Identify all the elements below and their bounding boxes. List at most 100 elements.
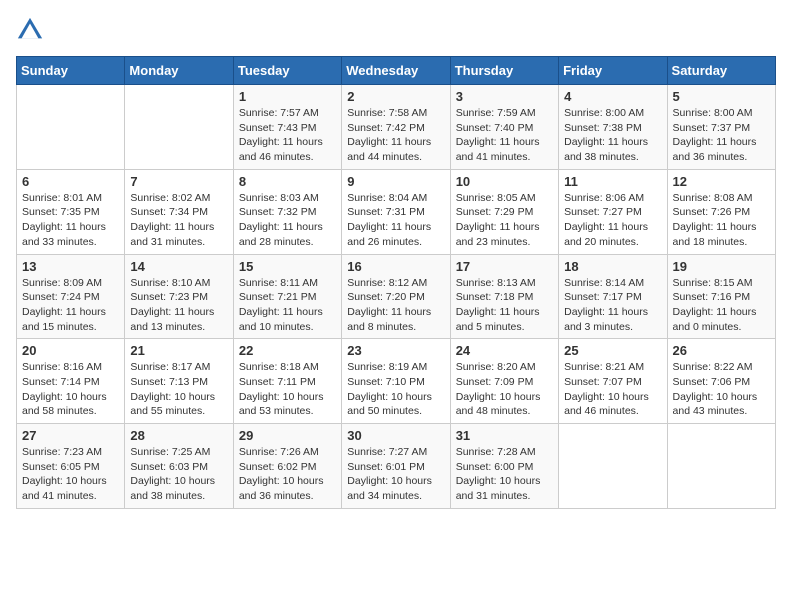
day-number: 31 [456,428,553,443]
calendar-week-row: 1 Sunrise: 7:57 AM Sunset: 7:43 PM Daylig… [17,85,776,170]
cell-info: Sunrise: 8:03 AM Sunset: 7:32 PM Dayligh… [239,191,336,250]
cell-info: Sunrise: 8:00 AM Sunset: 7:38 PM Dayligh… [564,106,661,165]
cell-info: Sunrise: 7:27 AM Sunset: 6:01 PM Dayligh… [347,445,444,504]
day-number: 30 [347,428,444,443]
calendar-cell: 21 Sunrise: 8:17 AM Sunset: 7:13 PM Dayli… [125,339,233,424]
cell-info: Sunrise: 7:23 AM Sunset: 6:05 PM Dayligh… [22,445,119,504]
calendar-header: SundayMondayTuesdayWednesdayThursdayFrid… [17,57,776,85]
calendar-cell: 7 Sunrise: 8:02 AM Sunset: 7:34 PM Daylig… [125,169,233,254]
day-number: 12 [673,174,770,189]
calendar-cell: 9 Sunrise: 8:04 AM Sunset: 7:31 PM Daylig… [342,169,450,254]
calendar-cell: 8 Sunrise: 8:03 AM Sunset: 7:32 PM Daylig… [233,169,341,254]
day-number: 29 [239,428,336,443]
calendar-cell: 3 Sunrise: 7:59 AM Sunset: 7:40 PM Daylig… [450,85,558,170]
day-number: 21 [130,343,227,358]
calendar-week-row: 27 Sunrise: 7:23 AM Sunset: 6:05 PM Dayli… [17,424,776,509]
day-number: 14 [130,259,227,274]
calendar-cell: 30 Sunrise: 7:27 AM Sunset: 6:01 PM Dayli… [342,424,450,509]
cell-info: Sunrise: 8:01 AM Sunset: 7:35 PM Dayligh… [22,191,119,250]
cell-info: Sunrise: 7:25 AM Sunset: 6:03 PM Dayligh… [130,445,227,504]
cell-info: Sunrise: 7:57 AM Sunset: 7:43 PM Dayligh… [239,106,336,165]
calendar-cell: 6 Sunrise: 8:01 AM Sunset: 7:35 PM Daylig… [17,169,125,254]
calendar-week-row: 20 Sunrise: 8:16 AM Sunset: 7:14 PM Dayli… [17,339,776,424]
day-number: 6 [22,174,119,189]
weekday-header: Thursday [450,57,558,85]
calendar-cell [559,424,667,509]
weekday-header: Sunday [17,57,125,85]
day-number: 10 [456,174,553,189]
calendar-cell: 13 Sunrise: 8:09 AM Sunset: 7:24 PM Dayli… [17,254,125,339]
cell-info: Sunrise: 8:00 AM Sunset: 7:37 PM Dayligh… [673,106,770,165]
weekday-header: Friday [559,57,667,85]
calendar-cell: 26Sunrise: 8:22 AM Sunset: 7:06 PM Dayli… [667,339,775,424]
day-number: 1 [239,89,336,104]
calendar-cell: 28 Sunrise: 7:25 AM Sunset: 6:03 PM Dayli… [125,424,233,509]
day-number: 20 [22,343,119,358]
weekday-row: SundayMondayTuesdayWednesdayThursdayFrid… [17,57,776,85]
calendar-cell: 14Sunrise: 8:10 AM Sunset: 7:23 PM Dayli… [125,254,233,339]
logo-icon [16,16,44,44]
cell-info: Sunrise: 8:19 AM Sunset: 7:10 PM Dayligh… [347,360,444,419]
weekday-header: Tuesday [233,57,341,85]
day-number: 28 [130,428,227,443]
calendar-table: SundayMondayTuesdayWednesdayThursdayFrid… [16,56,776,509]
day-number: 4 [564,89,661,104]
calendar-cell: 1 Sunrise: 7:57 AM Sunset: 7:43 PM Daylig… [233,85,341,170]
day-number: 24 [456,343,553,358]
calendar-body: 1 Sunrise: 7:57 AM Sunset: 7:43 PM Daylig… [17,85,776,509]
weekday-header: Monday [125,57,233,85]
calendar-cell: 15Sunrise: 8:11 AM Sunset: 7:21 PM Dayli… [233,254,341,339]
day-number: 18 [564,259,661,274]
calendar-cell: 27 Sunrise: 7:23 AM Sunset: 6:05 PM Dayli… [17,424,125,509]
calendar-cell [667,424,775,509]
cell-info: Sunrise: 8:17 AM Sunset: 7:13 PM Dayligh… [130,360,227,419]
cell-info: Sunrise: 8:16 AM Sunset: 7:14 PM Dayligh… [22,360,119,419]
day-number: 19 [673,259,770,274]
page-header [16,16,776,44]
calendar-cell [125,85,233,170]
day-number: 25 [564,343,661,358]
calendar-cell: 18 Sunrise: 8:14 AM Sunset: 7:17 PM Dayli… [559,254,667,339]
cell-info: Sunrise: 8:05 AM Sunset: 7:29 PM Dayligh… [456,191,553,250]
day-number: 11 [564,174,661,189]
calendar-cell: 4 Sunrise: 8:00 AM Sunset: 7:38 PM Daylig… [559,85,667,170]
cell-info: Sunrise: 8:09 AM Sunset: 7:24 PM Dayligh… [22,276,119,335]
calendar-cell: 10 Sunrise: 8:05 AM Sunset: 7:29 PM Dayli… [450,169,558,254]
cell-info: Sunrise: 8:06 AM Sunset: 7:27 PM Dayligh… [564,191,661,250]
calendar-cell: 22 Sunrise: 8:18 AM Sunset: 7:11 PM Dayli… [233,339,341,424]
cell-info: Sunrise: 8:12 AM Sunset: 7:20 PM Dayligh… [347,276,444,335]
calendar-cell: 5 Sunrise: 8:00 AM Sunset: 7:37 PM Daylig… [667,85,775,170]
calendar-cell: 17 Sunrise: 8:13 AM Sunset: 7:18 PM Dayli… [450,254,558,339]
calendar-cell: 25Sunrise: 8:21 AM Sunset: 7:07 PM Dayli… [559,339,667,424]
cell-info: Sunrise: 8:18 AM Sunset: 7:11 PM Dayligh… [239,360,336,419]
cell-info: Sunrise: 7:28 AM Sunset: 6:00 PM Dayligh… [456,445,553,504]
calendar-week-row: 6 Sunrise: 8:01 AM Sunset: 7:35 PM Daylig… [17,169,776,254]
cell-info: Sunrise: 8:02 AM Sunset: 7:34 PM Dayligh… [130,191,227,250]
weekday-header: Wednesday [342,57,450,85]
day-number: 13 [22,259,119,274]
day-number: 7 [130,174,227,189]
day-number: 8 [239,174,336,189]
calendar-cell: 19Sunrise: 8:15 AM Sunset: 7:16 PM Dayli… [667,254,775,339]
calendar-cell: 12 Sunrise: 8:08 AM Sunset: 7:26 PM Dayli… [667,169,775,254]
day-number: 9 [347,174,444,189]
cell-info: Sunrise: 8:13 AM Sunset: 7:18 PM Dayligh… [456,276,553,335]
day-number: 5 [673,89,770,104]
calendar-cell: 29Sunrise: 7:26 AM Sunset: 6:02 PM Dayli… [233,424,341,509]
day-number: 17 [456,259,553,274]
cell-info: Sunrise: 8:20 AM Sunset: 7:09 PM Dayligh… [456,360,553,419]
day-number: 22 [239,343,336,358]
calendar-cell: 16Sunrise: 8:12 AM Sunset: 7:20 PM Dayli… [342,254,450,339]
calendar-cell: 20 Sunrise: 8:16 AM Sunset: 7:14 PM Dayli… [17,339,125,424]
cell-info: Sunrise: 7:58 AM Sunset: 7:42 PM Dayligh… [347,106,444,165]
cell-info: Sunrise: 8:08 AM Sunset: 7:26 PM Dayligh… [673,191,770,250]
day-number: 27 [22,428,119,443]
cell-info: Sunrise: 7:59 AM Sunset: 7:40 PM Dayligh… [456,106,553,165]
day-number: 3 [456,89,553,104]
cell-info: Sunrise: 8:04 AM Sunset: 7:31 PM Dayligh… [347,191,444,250]
weekday-header: Saturday [667,57,775,85]
day-number: 26 [673,343,770,358]
cell-info: Sunrise: 8:14 AM Sunset: 7:17 PM Dayligh… [564,276,661,335]
day-number: 2 [347,89,444,104]
cell-info: Sunrise: 8:11 AM Sunset: 7:21 PM Dayligh… [239,276,336,335]
